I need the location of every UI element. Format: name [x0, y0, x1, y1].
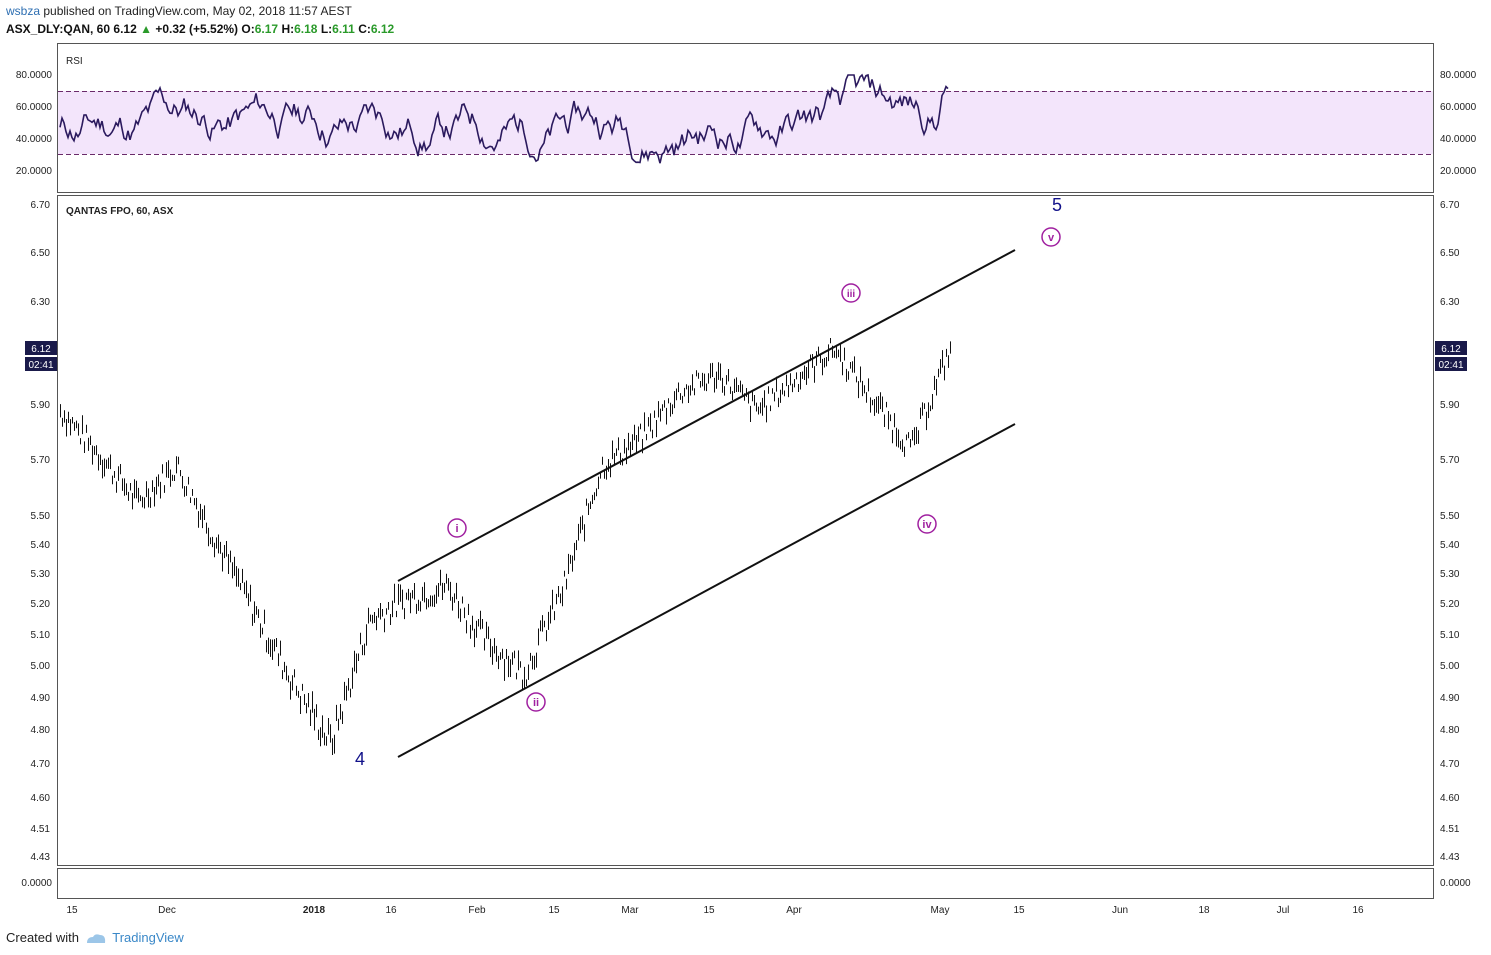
wave-label-4: 4: [355, 749, 365, 769]
price-right-tick: 5.70: [1440, 455, 1460, 466]
price-right-tick: 6.50: [1440, 248, 1460, 259]
x-tick: 2018: [303, 905, 326, 916]
rsi-left-tick: 20.0000: [16, 166, 53, 177]
wave-label-iii: iii: [841, 283, 861, 303]
bottom-pane-frame: [57, 868, 1434, 899]
rsi-right-tick: 60.0000: [1440, 102, 1477, 113]
x-tick: 15: [66, 905, 78, 916]
x-tick: May: [931, 905, 950, 916]
cloud-icon: [86, 934, 105, 943]
svg-text:iii: iii: [847, 289, 856, 300]
price-right-tick: 6.30: [1440, 297, 1460, 308]
svg-text:6.12: 6.12: [1441, 344, 1461, 355]
svg-text:6.12: 6.12: [31, 344, 51, 355]
price-right-tick: 5.20: [1440, 599, 1460, 610]
bottom-pane: 0.0000 0.0000: [21, 878, 1471, 889]
price-left-tick: 4.60: [31, 793, 51, 804]
price-left-tick: 6.50: [31, 248, 51, 259]
x-tick: Apr: [786, 905, 802, 916]
x-tick: Jun: [1112, 905, 1128, 916]
svg-text:iv: iv: [922, 519, 932, 531]
price-right-tick: 4.51: [1440, 824, 1460, 835]
main-pane-frame: [57, 195, 1434, 866]
right-price-tag: 6.12 02:41: [1435, 341, 1467, 371]
price-right-tick: 4.43: [1440, 852, 1460, 863]
price-left-tick: 5.90: [31, 400, 51, 411]
wave-label-5: 5: [1052, 195, 1062, 215]
price-left-tick: 5.20: [31, 599, 51, 610]
svg-text:02:41: 02:41: [28, 360, 53, 371]
x-tick: 16: [1352, 905, 1364, 916]
rsi-pane[interactable]: RSI 80.0000 60.0000 40.0000 20.0000 80.0000…: [16, 56, 1477, 177]
x-tick: 15: [548, 905, 560, 916]
price-bars: [60, 338, 951, 755]
price-left-tick: 4.80: [31, 725, 51, 736]
price-left-tick: 5.70: [31, 455, 51, 466]
wave-label-ii: ii: [526, 692, 546, 712]
price-right-tick: 4.70: [1440, 759, 1460, 770]
wave-label-v: v: [1041, 227, 1061, 247]
chart-canvas[interactable]: RSI 80.000060.000040.000020.0000 80.0000…: [0, 0, 1491, 955]
bottom-right-tick: 0.0000: [1440, 878, 1471, 889]
rsi-right-tick: 40.0000: [1440, 134, 1477, 145]
price-right-tick: 5.30: [1440, 569, 1460, 580]
price-left-tick: 4.43: [31, 852, 51, 863]
price-left-tick: 5.00: [31, 661, 51, 672]
svg-text:ii: ii: [533, 697, 539, 709]
main-left-axis: 6.70 6.50 6.30 5.90 5.70 5.50 5.40 5.30 5.20 5.10…: [31, 200, 51, 863]
x-tick: Mar: [621, 905, 639, 916]
rsi-left-tick: 80.0000: [16, 70, 53, 81]
created-with: Created with: [6, 930, 79, 945]
rsi-left-tick: 60.0000: [16, 102, 53, 113]
rsi-left-tick: 40.0000: [16, 134, 53, 145]
left-price-tag: 6.12 02:41: [25, 341, 57, 371]
bottom-left-tick: 0.0000: [21, 878, 52, 889]
price-right-tick: 4.80: [1440, 725, 1460, 736]
price-right-tick: 5.00: [1440, 661, 1460, 672]
x-tick: Feb: [468, 905, 486, 916]
x-tick: Dec: [158, 905, 176, 916]
price-right-tick: 4.90: [1440, 693, 1460, 704]
wave-label-iv: iv: [917, 514, 937, 534]
price-left-tick: 4.70: [31, 759, 51, 770]
svg-text:02:41: 02:41: [1438, 360, 1463, 371]
price-right-tick: 5.90: [1440, 400, 1460, 411]
x-tick: 16: [385, 905, 397, 916]
x-axis: 15 Dec 2018 16 Feb 15 Mar 15 Apr May 15 Jun 18 Jul 16: [66, 905, 1364, 916]
svg-text:i: i: [455, 523, 458, 535]
price-right-tick: 6.70: [1440, 200, 1460, 211]
wave-label-i: i: [447, 518, 467, 538]
price-right-tick: 4.60: [1440, 793, 1460, 804]
price-left-tick: 6.70: [31, 200, 51, 211]
price-right-tick: 5.40: [1440, 540, 1460, 551]
rsi-right-tick: 20.0000: [1440, 166, 1477, 177]
rsi-right-tick: 80.0000: [1440, 70, 1477, 81]
price-right-tick: 5.10: [1440, 630, 1460, 641]
x-tick: 15: [703, 905, 715, 916]
x-tick: Jul: [1277, 905, 1290, 916]
price-left-tick: 5.50: [31, 511, 51, 522]
tradingview-link[interactable]: TradingView: [112, 930, 184, 945]
rsi-left-axis: 80.0000 60.0000 40.0000 20.0000: [16, 70, 53, 177]
rsi-right-axis: 80.0000 60.0000 40.0000 20.0000: [1440, 70, 1477, 177]
rsi-title: RSI: [66, 56, 83, 67]
price-left-tick: 4.51: [31, 824, 51, 835]
price-left-tick: 6.30: [31, 297, 51, 308]
price-left-tick: 5.30: [31, 569, 51, 580]
footer: Created with TradingView: [6, 930, 184, 945]
main-title: QANTAS FPO, 60, ASX: [66, 206, 174, 217]
svg-text:v: v: [1048, 232, 1055, 244]
price-left-tick: 5.40: [31, 540, 51, 551]
main-pane[interactable]: QANTAS FPO, 60, ASX 6.70 6.50 6.30 5.90 5.70…: [25, 195, 1467, 863]
x-tick: 18: [1198, 905, 1210, 916]
channel-lower-line[interactable]: [397, 423, 1016, 758]
price-right-tick: 5.50: [1440, 511, 1460, 522]
price-left-tick: 4.90: [31, 693, 51, 704]
pane-frames: [57, 43, 1434, 899]
main-right-axis: 6.70 6.50 6.30 5.90 5.70 5.50 5.40 5.30 5.20 5.10…: [1440, 200, 1460, 863]
price-left-tick: 5.10: [31, 630, 51, 641]
x-tick: 15: [1013, 905, 1025, 916]
tradingview-logo-icon: [83, 930, 109, 945]
